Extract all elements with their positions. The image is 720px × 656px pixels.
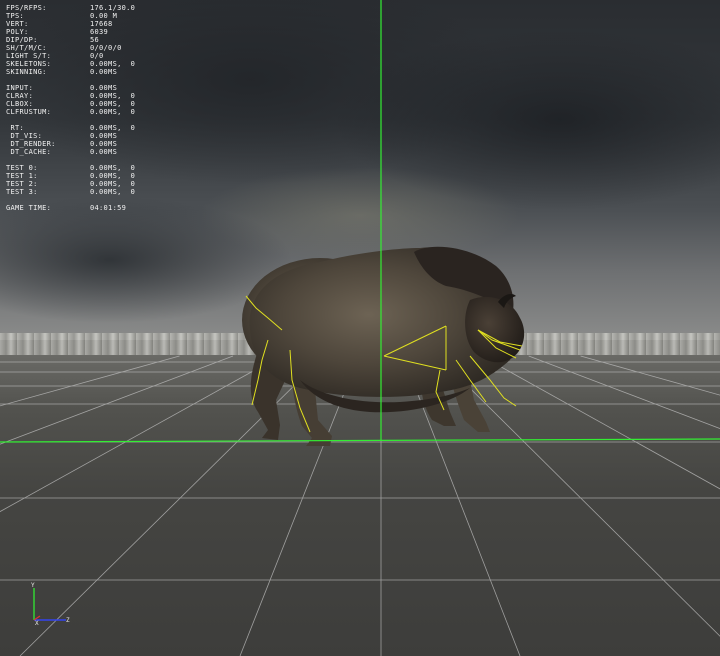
hud-row: LIGHT S/T: 0/0: [6, 52, 135, 60]
hud-label: DT_RENDER:: [6, 140, 56, 148]
hud-label: TEST 1:: [6, 172, 38, 180]
hud-row: SKINNING: 0.00MS: [6, 68, 135, 76]
hud-row-game-time: GAME TIME: 04:01:59: [6, 204, 135, 212]
hud-row: VERT: 17668: [6, 20, 135, 28]
hud-label: TEST 2:: [6, 180, 38, 188]
hud-value: 0/0/0/0: [90, 44, 122, 52]
hud-row: CLFRUSTUM: 0.00MS, 0: [6, 108, 135, 116]
hud-row: RT: 0.00MS, 0: [6, 124, 135, 132]
hud-label: SH/T/M/C:: [6, 44, 47, 52]
hud-label: SKINNING:: [6, 68, 47, 76]
hud-value: 0.00MS: [90, 148, 118, 156]
hud-value: 0.00MS, 0: [90, 180, 136, 188]
hud-value: 0.00MS, 0: [90, 188, 136, 196]
hud-value: 0.00MS, 0: [90, 172, 136, 180]
hud-row: TPS: 0.00 M: [6, 12, 135, 20]
hud-label: INPUT:: [6, 84, 34, 92]
hud-row: CLRAY: 0.00MS, 0: [6, 92, 135, 100]
game-time-label: GAME TIME:: [6, 204, 52, 212]
hud-row: CLBOX: 0.00MS, 0: [6, 100, 135, 108]
hud-value: 0.00MS: [90, 140, 118, 148]
hud-row: SKELETONS: 0.00MS, 0: [6, 60, 135, 68]
hud-label: CLFRUSTUM:: [6, 108, 52, 116]
hud-row: POLY: 6039: [6, 28, 135, 36]
hud-value: 0.00MS, 0: [90, 108, 136, 116]
hud-value: 6039: [90, 28, 109, 36]
hud-value: 0.00MS, 0: [90, 164, 136, 172]
hud-value: 0.00MS, 0: [90, 92, 136, 100]
hud-label: CLBOX:: [6, 100, 34, 108]
hud-row: TEST 1: 0.00MS, 0: [6, 172, 135, 180]
hud-label: LIGHT S/T:: [6, 52, 52, 60]
hud-label: FPS/RFPS:: [6, 4, 47, 12]
hud-value: 0/0: [90, 52, 104, 60]
axis-gizmo-icon: Y X Z: [26, 582, 76, 628]
grid-line: [437, 355, 720, 637]
hud-row: DT_CACHE: 0.00MS: [6, 148, 135, 156]
grid-line: [481, 355, 720, 490]
hud-row: TEST 0: 0.00MS, 0: [6, 164, 135, 172]
hud-label: DT_CACHE:: [6, 148, 52, 156]
hud-row: INPUT: 0.00MS: [6, 84, 135, 92]
bison-model[interactable]: [242, 246, 525, 446]
grid-line: [580, 355, 720, 396]
hud-value: 0.00MS, 0: [90, 100, 136, 108]
hud-value: 56: [90, 36, 100, 44]
hud-row: DT_VIS: 0.00MS: [6, 132, 135, 140]
hud-label: DIP/DP:: [6, 36, 38, 44]
hud-value: 176.1/30.0: [90, 4, 136, 12]
hud-row: TEST 3: 0.00MS, 0: [6, 188, 135, 196]
hud-value: 0.00 M: [90, 12, 118, 20]
hud-row: FPS/RFPS: 176.1/30.0: [6, 4, 135, 12]
hud-label: TPS:: [6, 12, 25, 20]
hud-value: 0.00MS, 0: [90, 124, 136, 132]
hud-label: DT_VIS:: [6, 132, 43, 140]
hud-value: 0.00MS: [90, 68, 118, 76]
axis-label-z: Z: [66, 617, 70, 624]
axis-label-y: Y: [31, 582, 35, 589]
game-viewport[interactable]: FPS/RFPS: 176.1/30.0 TPS: 0.00 M VERT: 17668 P…: [0, 0, 720, 656]
hud-label: CLRAY:: [6, 92, 34, 100]
grid-line: [528, 355, 720, 429]
horizontal-guide-line: [0, 438, 720, 443]
hud-label: TEST 0:: [6, 164, 38, 172]
hud-row: DT_RENDER: 0.00MS: [6, 140, 135, 148]
hud-value: 0.00MS: [90, 132, 118, 140]
game-time-value: 04:01:59: [90, 204, 127, 212]
hud-row: SH/T/M/C: 0/0/0/0: [6, 44, 135, 52]
hud-label: VERT:: [6, 20, 29, 28]
hud-row: TEST 2: 0.00MS, 0: [6, 180, 135, 188]
hud-row: DIP/DP: 56: [6, 36, 135, 44]
hud-label: POLY:: [6, 28, 29, 36]
axis-label-x: X: [35, 620, 39, 627]
hud-label: RT:: [6, 124, 25, 132]
hud-label: TEST 3:: [6, 188, 38, 196]
hud-value: 0.00MS: [90, 84, 118, 92]
hud-value: 17668: [90, 20, 113, 28]
hud-value: 0.00MS, 0: [90, 60, 136, 68]
hud-label: SKELETONS:: [6, 60, 52, 68]
debug-stats-overlay: FPS/RFPS: 176.1/30.0 TPS: 0.00 M VERT: 17668 P…: [6, 4, 135, 212]
